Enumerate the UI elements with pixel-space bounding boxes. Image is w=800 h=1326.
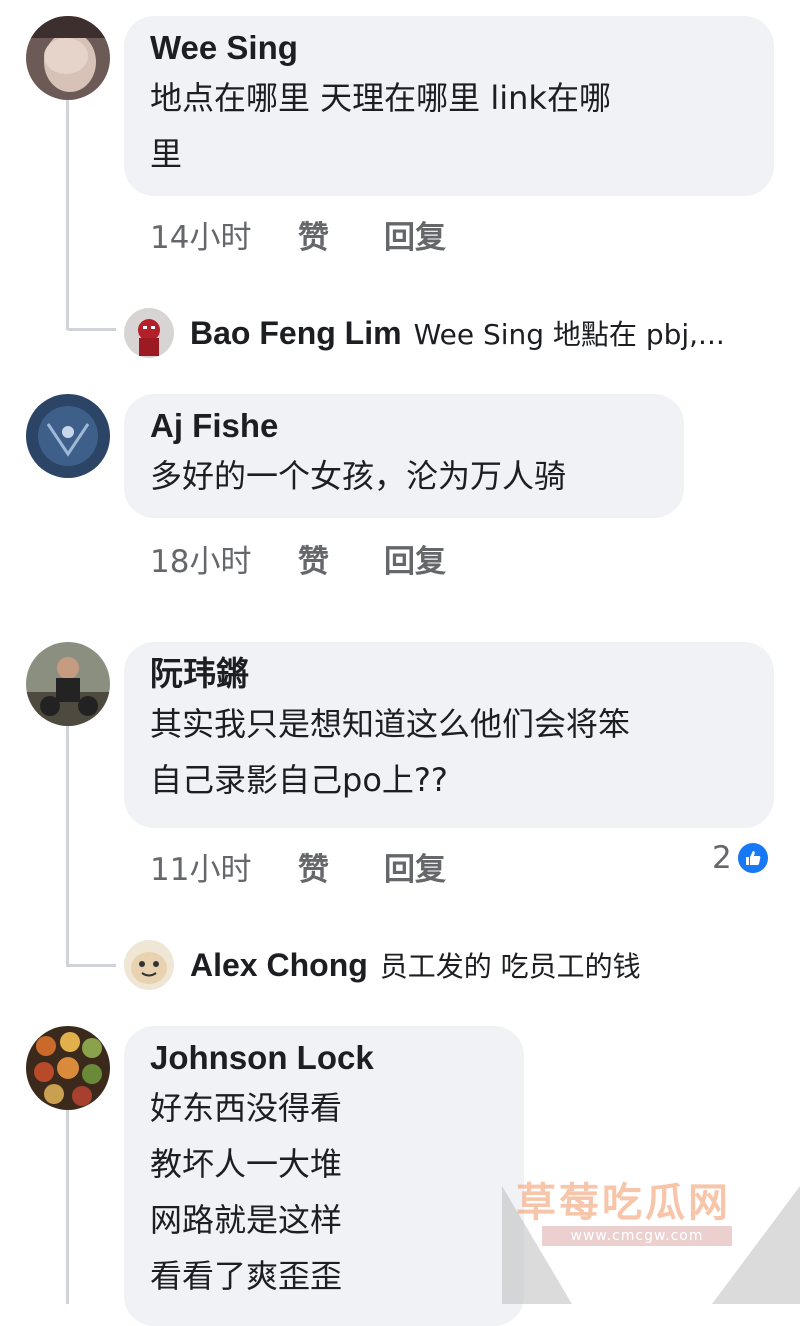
comment-text: 多好的一个女孩，沦为万人骑: [150, 457, 567, 495]
comment-author[interactable]: Wee Sing: [150, 26, 748, 70]
comment-time[interactable]: 11小时: [150, 844, 298, 889]
comment-bubble: Aj Fishe 多好的一个女孩，沦为万人骑: [124, 394, 684, 518]
watermark-logo-text: 草莓吃瓜网: [516, 1180, 731, 1226]
thread-line-branch: [66, 964, 116, 967]
comment-actions: 14小时 赞 回复: [150, 212, 446, 257]
thread-line-branch: [66, 328, 116, 331]
comment-bubble: Wee Sing 地点在哪里 天理在哪里 link在哪 里: [124, 16, 774, 196]
thread-line: [66, 726, 69, 966]
reply-button[interactable]: 回复: [384, 212, 446, 257]
reply-button[interactable]: 回复: [384, 536, 446, 581]
like-button[interactable]: 赞: [298, 212, 384, 257]
reaction-summary[interactable]: 2: [712, 840, 770, 876]
reply-button[interactable]: 回复: [384, 844, 446, 889]
comment-author[interactable]: Aj Fishe: [150, 404, 658, 448]
comment-author[interactable]: Johnson Lock: [150, 1036, 498, 1080]
reply-text: Wee Sing 地點在 pbj,...: [413, 318, 725, 351]
comment-bubble: 阮玮鏘 其实我只是想知道这么他们会将笨 自己录影自己po上??: [124, 642, 774, 828]
comment-bubble: Johnson Lock 好东西没得看 教坏人一大堆 网路就是这样 看看了爽歪歪: [124, 1026, 524, 1326]
avatar[interactable]: [26, 16, 110, 100]
thumbs-up-icon: [735, 841, 770, 875]
avatar[interactable]: [124, 940, 174, 990]
watermark-url: www.cmcgw.com: [542, 1226, 732, 1246]
comment-text: 地点在哪里 天理在哪里 link在哪 里: [150, 79, 611, 173]
reply-preview[interactable]: Bao Feng Lim Wee Sing 地點在 pbj,...: [124, 308, 725, 358]
reaction-count: 2: [712, 840, 732, 876]
comment-time[interactable]: 14小时: [150, 212, 298, 257]
comment-actions: 18小时 赞 回复: [150, 536, 446, 581]
reply-text: 员工发的 吃员工的钱: [379, 950, 641, 983]
like-button[interactable]: 赞: [298, 536, 384, 581]
thread-line: [66, 1110, 69, 1304]
avatar[interactable]: [124, 308, 174, 358]
comment-author[interactable]: 阮玮鏘: [150, 652, 748, 696]
reply-author[interactable]: Bao Feng Lim: [190, 315, 402, 352]
comment-actions: 11小时 赞 回复: [150, 844, 446, 889]
reply-preview[interactable]: Alex Chong 员工发的 吃员工的钱: [124, 940, 641, 990]
comment-text: 其实我只是想知道这么他们会将笨 自己录影自己po上??: [150, 705, 631, 799]
avatar[interactable]: [26, 642, 110, 726]
watermark: 草莓吃瓜网 www.cmcgw.com: [502, 1166, 800, 1304]
comment-text: 好东西没得看 教坏人一大堆 网路就是这样 看看了爽歪歪: [150, 1089, 343, 1295]
reply-author[interactable]: Alex Chong: [190, 947, 368, 984]
thread-line: [66, 100, 69, 330]
avatar[interactable]: [26, 394, 110, 478]
comment-time[interactable]: 18小时: [150, 536, 298, 581]
like-button[interactable]: 赞: [298, 844, 384, 889]
avatar[interactable]: [26, 1026, 110, 1110]
